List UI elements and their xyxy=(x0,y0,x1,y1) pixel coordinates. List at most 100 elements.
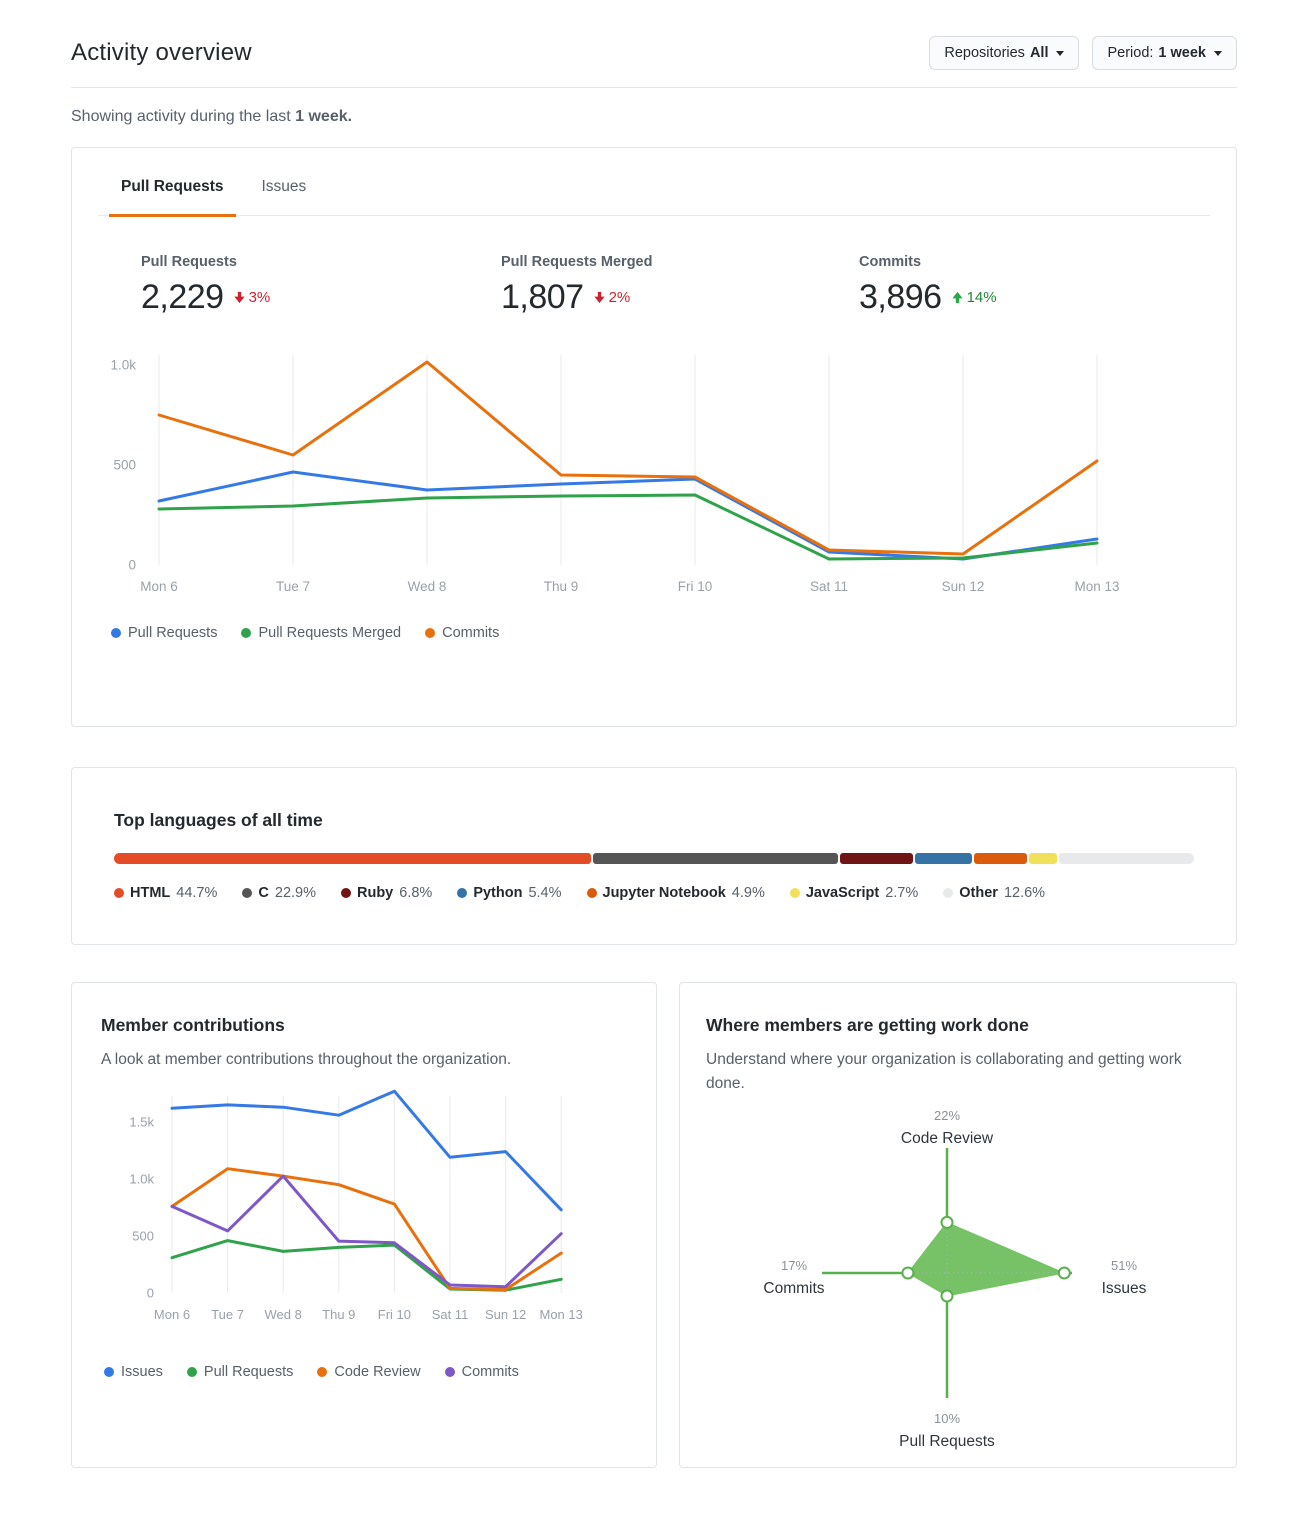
svg-text:Fri 10: Fri 10 xyxy=(678,579,713,594)
svg-text:Wed 8: Wed 8 xyxy=(408,579,447,594)
language-bar-segment xyxy=(114,853,591,864)
work-distribution-card: Where members are getting work done Unde… xyxy=(679,982,1237,1468)
legend-item: Pull Requests xyxy=(111,625,217,641)
legend-dot-icon xyxy=(943,888,953,898)
stat-delta-value: 3% xyxy=(249,289,271,306)
language-percent: 6.8% xyxy=(399,885,432,901)
legend-dot-icon xyxy=(425,628,435,638)
language-name: Python xyxy=(473,885,522,901)
stat-delta: 3% xyxy=(233,289,271,306)
arrow-up-icon xyxy=(951,291,964,304)
stat-value: 2,229 xyxy=(141,278,224,317)
period-button-value: 1 week xyxy=(1158,45,1206,61)
svg-text:Sun 12: Sun 12 xyxy=(942,579,985,594)
svg-text:17%: 17% xyxy=(781,1258,807,1273)
stat-delta: 2% xyxy=(593,289,631,306)
language-bar-segment xyxy=(1059,853,1194,864)
activity-overview-page: Activity overview Repositories All Perio… xyxy=(71,0,1237,1468)
activity-period-value: 1 week. xyxy=(295,108,352,125)
svg-text:Sat 11: Sat 11 xyxy=(810,579,848,594)
page-header: Activity overview Repositories All Perio… xyxy=(71,0,1237,70)
languages-card: Top languages of all time HTML44.7%C22.9… xyxy=(71,767,1237,945)
language-percent: 44.7% xyxy=(176,885,217,901)
stat-pull-requests: Pull Requests 2,229 3% xyxy=(141,254,501,317)
svg-text:Fri 10: Fri 10 xyxy=(378,1307,411,1322)
chevron-down-icon xyxy=(1214,51,1222,56)
page-title: Activity overview xyxy=(71,39,252,67)
repositories-button-value: All xyxy=(1030,45,1049,61)
arrow-down-icon xyxy=(593,291,606,304)
stat-label: Pull Requests Merged xyxy=(501,254,859,270)
member-contributions-subtitle: A look at member contributions throughou… xyxy=(101,1048,656,1072)
svg-text:10%: 10% xyxy=(934,1411,960,1426)
language-name: JavaScript xyxy=(806,885,879,901)
activity-stats-row: Pull Requests 2,229 3% Pull Requests Mer… xyxy=(72,254,1236,317)
language-bar-segment xyxy=(915,853,973,864)
legend-item: Code Review xyxy=(317,1364,420,1380)
svg-text:0: 0 xyxy=(147,1286,154,1301)
header-divider xyxy=(71,87,1237,88)
language-legend-item: Other12.6% xyxy=(943,885,1045,901)
legend-label: Pull Requests xyxy=(204,1364,293,1380)
language-bar-segment xyxy=(1029,853,1058,864)
legend-label: Pull Requests xyxy=(128,625,217,641)
chevron-down-icon xyxy=(1056,51,1064,56)
legend-label: Issues xyxy=(121,1364,163,1380)
stat-commits: Commits 3,896 14% xyxy=(859,254,997,317)
bottom-cards-row: Member contributions A look at member co… xyxy=(71,982,1237,1468)
legend-dot-icon xyxy=(587,888,597,898)
member-contributions-card: Member contributions A look at member co… xyxy=(71,982,657,1468)
stat-delta-value: 14% xyxy=(967,289,997,306)
pull-requests-line-chart: Mon 6Tue 7Wed 8Thu 9Fri 10Sat 11Sun 12Mo… xyxy=(72,347,1236,609)
legend-item: Pull Requests xyxy=(187,1364,293,1380)
language-legend-item: JavaScript2.7% xyxy=(790,885,918,901)
stat-pull-requests-merged: Pull Requests Merged 1,807 2% xyxy=(501,254,859,317)
legend-dot-icon xyxy=(111,628,121,638)
repositories-filter-button[interactable]: Repositories All xyxy=(929,36,1079,70)
svg-text:Thu 9: Thu 9 xyxy=(544,579,579,594)
legend-item: Issues xyxy=(104,1364,163,1380)
svg-text:500: 500 xyxy=(113,458,136,473)
member-contributions-line-chart: Mon 6Tue 7Wed 8Thu 9Fri 10Sat 11Sun 12Mo… xyxy=(96,1084,652,1334)
svg-text:Sun 12: Sun 12 xyxy=(485,1307,526,1322)
languages-bar xyxy=(114,853,1194,864)
work-distribution-radar-chart: 22%Code Review51%Issues10%Pull Requests1… xyxy=(680,983,1236,1467)
svg-text:Tue 7: Tue 7 xyxy=(276,579,310,594)
svg-text:22%: 22% xyxy=(934,1108,960,1123)
svg-text:51%: 51% xyxy=(1111,1258,1137,1273)
svg-text:Mon 13: Mon 13 xyxy=(1074,579,1119,594)
languages-legend: HTML44.7%C22.9%Ruby6.8%Python5.4%Jupyter… xyxy=(114,885,1194,901)
language-legend-item: Python 5.4% xyxy=(457,885,561,901)
legend-dot-icon xyxy=(242,888,252,898)
legend-dot-icon xyxy=(341,888,351,898)
svg-text:1.0k: 1.0k xyxy=(110,358,136,373)
legend-dot-icon xyxy=(445,1367,455,1377)
legend-dot-icon xyxy=(114,888,124,898)
tab-issues[interactable]: Issues xyxy=(250,178,319,217)
language-percent: 22.9% xyxy=(275,885,316,901)
svg-text:1.5k: 1.5k xyxy=(129,1115,154,1130)
languages-title: Top languages of all time xyxy=(114,810,1194,831)
legend-dot-icon xyxy=(457,888,467,898)
language-percent: 4.9% xyxy=(732,885,765,901)
svg-text:Sat 11: Sat 11 xyxy=(432,1307,469,1322)
activity-period-subtitle: Showing activity during the last 1 week. xyxy=(71,108,1237,126)
stat-delta-value: 2% xyxy=(609,289,631,306)
legend-label: Commits xyxy=(462,1364,519,1380)
language-name: Jupyter Notebook xyxy=(603,885,726,901)
repositories-button-label: Repositories xyxy=(944,45,1025,61)
legend-label: Code Review xyxy=(334,1364,420,1380)
arrow-down-icon xyxy=(233,291,246,304)
svg-text:0: 0 xyxy=(128,558,136,573)
language-bar-segment xyxy=(593,853,838,864)
svg-text:Code Review: Code Review xyxy=(901,1130,994,1147)
language-percent: 5.4% xyxy=(528,885,561,901)
svg-text:Mon 13: Mon 13 xyxy=(540,1307,583,1322)
header-filter-buttons: Repositories All Period: 1 week xyxy=(929,36,1237,70)
language-legend-item: Jupyter Notebook 4.9% xyxy=(587,885,765,901)
svg-text:Thu 9: Thu 9 xyxy=(322,1307,355,1322)
language-legend-item: Ruby6.8% xyxy=(341,885,432,901)
period-filter-button[interactable]: Period: 1 week xyxy=(1092,36,1237,70)
tab-pull-requests[interactable]: Pull Requests xyxy=(109,178,236,217)
stat-label: Commits xyxy=(859,254,997,270)
